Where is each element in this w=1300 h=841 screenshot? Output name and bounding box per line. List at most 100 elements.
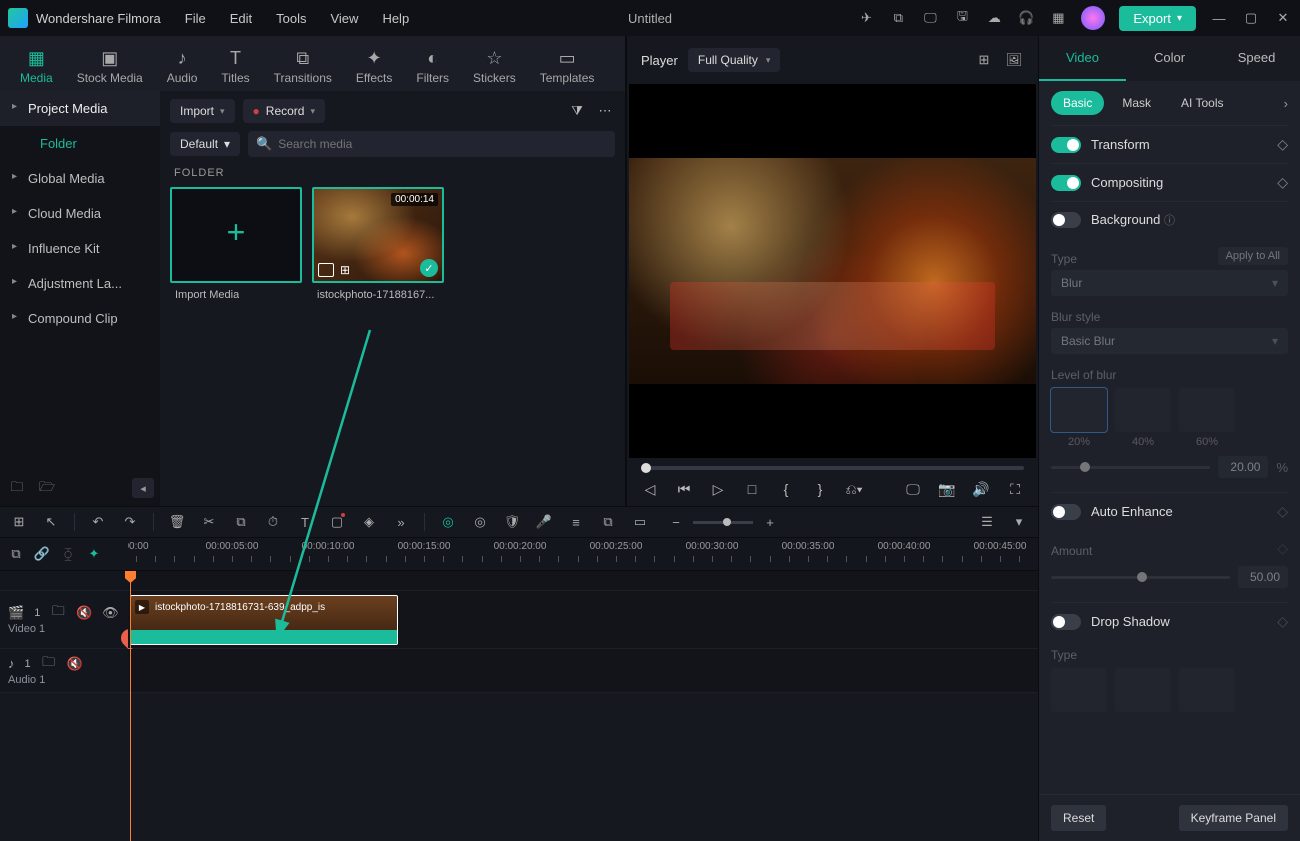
transform-keyframe-icon[interactable]: ◇: [1277, 136, 1288, 153]
amount-keyframe-icon[interactable]: ◇: [1277, 540, 1288, 557]
tab-templates[interactable]: ▭Templates: [530, 42, 605, 91]
tl-view-more-icon[interactable]: ▾: [1010, 513, 1028, 531]
auto-enhance-keyframe-icon[interactable]: ◇: [1277, 503, 1288, 520]
keyframe-panel-button[interactable]: Keyframe Panel: [1179, 805, 1288, 831]
auto-icon[interactable]: ✦: [86, 546, 102, 562]
sidebar-cloud-media[interactable]: Cloud Media: [0, 196, 160, 231]
search-input[interactable]: [278, 137, 607, 151]
zoom-slider[interactable]: [693, 521, 753, 524]
blur-option-60[interactable]: [1179, 388, 1235, 432]
close-button[interactable]: ✕: [1274, 9, 1292, 27]
menu-view[interactable]: View: [330, 11, 358, 26]
playhead[interactable]: [130, 571, 131, 841]
sidebar-influence-kit[interactable]: Influence Kit: [0, 231, 160, 266]
zoom-in-icon[interactable]: +: [761, 513, 779, 531]
sidebar-global-media[interactable]: Global Media: [0, 161, 160, 196]
subtab-basic[interactable]: Basic: [1051, 91, 1104, 115]
stop-button[interactable]: □: [743, 480, 761, 498]
mark-out-button[interactable]: }: [811, 480, 829, 498]
target-icon[interactable]: ◎: [471, 513, 489, 531]
shadow-option-1[interactable]: [1051, 668, 1107, 712]
play-backward-button[interactable]: ⏮: [675, 480, 693, 498]
redo-icon[interactable]: ↷: [121, 513, 139, 531]
mixer-icon[interactable]: ≡: [567, 513, 585, 531]
track-folder-icon[interactable]: 🗀: [50, 605, 66, 621]
tab-media[interactable]: ▦Media: [10, 42, 63, 91]
minimize-button[interactable]: —: [1210, 9, 1228, 27]
amount-value[interactable]: 50.00: [1238, 566, 1288, 588]
blur-slider[interactable]: [1051, 466, 1210, 469]
color-icon[interactable]: ▢: [328, 513, 346, 531]
compare-view-icon[interactable]: ⊞: [974, 50, 994, 70]
record-button[interactable]: ●Record▾: [243, 99, 325, 123]
split-icon[interactable]: ✂: [200, 513, 218, 531]
snapshot-view-icon[interactable]: 🖼: [1004, 50, 1024, 70]
auto-enhance-toggle[interactable]: [1051, 504, 1081, 520]
mark-in-button[interactable]: {: [777, 480, 795, 498]
apply-to-all-button[interactable]: Apply to All: [1218, 247, 1288, 265]
tab-transitions[interactable]: ⧉Transitions: [264, 42, 342, 91]
tab-titles[interactable]: TTitles: [211, 42, 259, 91]
prop-tab-speed[interactable]: Speed: [1213, 36, 1300, 81]
keyframe-icon[interactable]: ◈: [360, 513, 378, 531]
quality-select[interactable]: Full Quality▾: [688, 48, 781, 72]
marker-button[interactable]: ⎌▾: [845, 480, 863, 498]
adjust-icon[interactable]: ⧉: [599, 513, 617, 531]
screen-record-icon[interactable]: ⧉: [889, 9, 907, 27]
media-thumbnail[interactable]: 00:00:14 ⊞ ✓ istockphoto-17188167...: [312, 187, 444, 283]
track-mute-icon[interactable]: 🔇: [76, 605, 92, 621]
audio-folder-icon[interactable]: 🗀: [41, 656, 57, 672]
shield-icon[interactable]: 🛡: [503, 513, 521, 531]
new-bin-icon[interactable]: 🗁: [38, 480, 56, 498]
audio-mute-icon[interactable]: 🔇: [67, 656, 83, 672]
screen-icon[interactable]: 🖵: [904, 480, 922, 498]
timeline-ruler[interactable]: 00:0000:00:05:0000:00:10:0000:00:15:0000…: [128, 538, 1038, 570]
link-icon[interactable]: 🔗: [34, 546, 50, 562]
avatar[interactable]: [1081, 6, 1105, 30]
support-icon[interactable]: 🎧: [1017, 9, 1035, 27]
menu-file[interactable]: File: [185, 11, 206, 26]
export-button[interactable]: Export▾: [1119, 6, 1196, 31]
timeline-clip[interactable]: ▶ istockphoto-1718816731-639_adpp_is: [130, 595, 398, 645]
audio-track-lane[interactable]: [128, 649, 1038, 692]
save-icon[interactable]: 🖫: [953, 9, 971, 27]
delete-icon[interactable]: 🗑: [168, 513, 186, 531]
prev-frame-button[interactable]: ◁: [641, 480, 659, 498]
compositing-keyframe-icon[interactable]: ◇: [1277, 174, 1288, 191]
reset-button[interactable]: Reset: [1051, 805, 1106, 831]
speed-icon[interactable]: ⏱: [264, 513, 282, 531]
magnet-icon[interactable]: ⧲: [60, 546, 76, 562]
tl-select-icon[interactable]: ↖: [42, 513, 60, 531]
tab-stock-media[interactable]: ▣Stock Media: [67, 42, 153, 91]
filter-icon[interactable]: ⧩: [567, 101, 587, 121]
blur-value[interactable]: 20.00: [1218, 456, 1268, 478]
sidebar-folder[interactable]: Folder: [0, 126, 160, 161]
tl-view-icon[interactable]: ☰: [978, 513, 996, 531]
tab-filters[interactable]: ◐Filters: [406, 42, 459, 91]
prop-tab-video[interactable]: Video: [1039, 36, 1126, 81]
sidebar-adjustment-layer[interactable]: Adjustment La...: [0, 266, 160, 301]
drop-shadow-toggle[interactable]: [1051, 614, 1081, 630]
zoom-out-icon[interactable]: −: [667, 513, 685, 531]
maximize-button[interactable]: ▢: [1242, 9, 1260, 27]
crop-icon[interactable]: ⧉: [232, 513, 250, 531]
import-button[interactable]: Import▾: [170, 99, 235, 123]
send-icon[interactable]: ✈: [857, 9, 875, 27]
text-icon[interactable]: T: [296, 513, 314, 531]
cloud-icon[interactable]: ☁: [985, 9, 1003, 27]
sidebar-compound-clip[interactable]: Compound Clip: [0, 301, 160, 336]
more-tools-icon[interactable]: »: [392, 513, 410, 531]
marker-add-icon[interactable]: ▭: [631, 513, 649, 531]
more-icon[interactable]: ⋯: [595, 101, 615, 121]
shadow-option-2[interactable]: [1115, 668, 1171, 712]
blur-style-select[interactable]: Basic Blur▾: [1051, 328, 1288, 354]
compositing-toggle[interactable]: [1051, 175, 1081, 191]
camera-icon[interactable]: 📷: [938, 480, 956, 498]
import-media-tile[interactable]: + Import Media: [170, 187, 302, 283]
transform-toggle[interactable]: [1051, 137, 1081, 153]
mic-icon[interactable]: 🎤: [535, 513, 553, 531]
tl-layout-icon[interactable]: ⊞: [10, 513, 28, 531]
blur-option-20[interactable]: [1051, 388, 1107, 432]
search-box[interactable]: 🔍: [248, 131, 615, 157]
sort-button[interactable]: Default▾: [170, 132, 240, 156]
